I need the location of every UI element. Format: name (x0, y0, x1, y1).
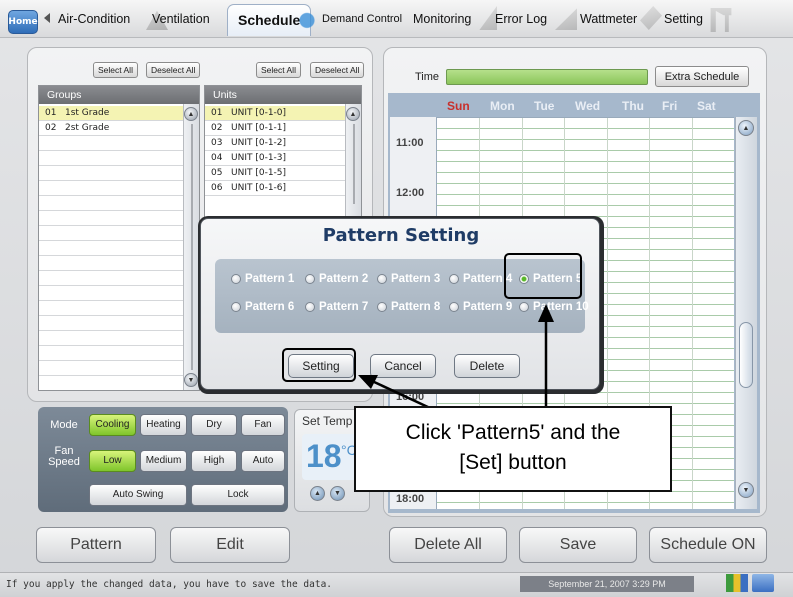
computer-status-icon (752, 574, 774, 592)
callout-line-1: Click 'Pattern5' and the (405, 421, 621, 444)
callout-arrows (358, 304, 554, 410)
instruction-callout: Click 'Pattern5' and the [Set] button (354, 406, 672, 492)
status-message: If you apply the changed data, you have … (6, 579, 333, 590)
pattern-button[interactable]: Pattern (36, 527, 156, 563)
network-status-icon (726, 574, 748, 592)
arrow-to-setting (371, 379, 431, 410)
delete-all-button[interactable]: Delete All (389, 527, 507, 563)
edit-button[interactable]: Edit (170, 527, 290, 563)
callout-line-2: [Set] button (459, 451, 567, 474)
status-datetime: September 21, 2007 3:29 PM (520, 576, 694, 592)
save-button[interactable]: Save (519, 527, 637, 563)
arrowhead-up-icon (538, 304, 554, 322)
schedule-on-button[interactable]: Schedule ON (649, 527, 767, 563)
app-screen: Home Air-Condition Ventilation Schedule … (0, 0, 793, 597)
